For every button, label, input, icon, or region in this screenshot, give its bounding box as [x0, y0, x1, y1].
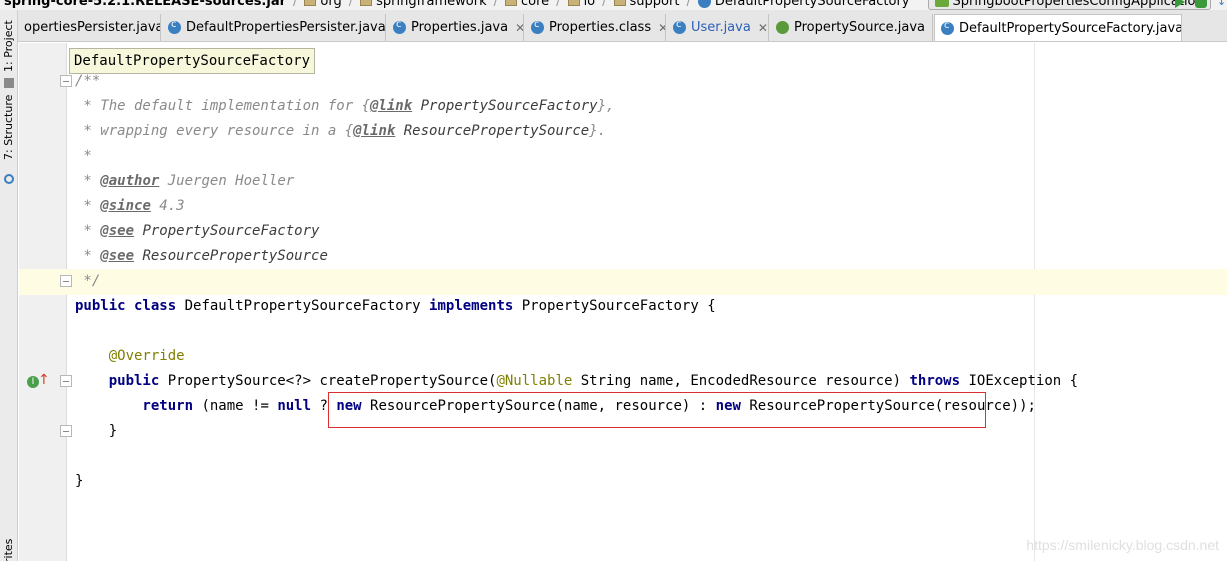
breadcrumb-separator: /	[293, 0, 298, 9]
java-class-icon	[531, 19, 544, 34]
breadcrumb-item-class[interactable]: DefaultPropertySourceFactory	[694, 0, 914, 9]
folder-icon	[505, 0, 517, 6]
folder-icon	[567, 0, 580, 6]
fold-marker-icon[interactable]	[60, 425, 72, 437]
spring-boot-icon	[934, 0, 949, 7]
structure-icon	[4, 174, 14, 184]
code-line: *	[75, 148, 92, 164]
tab-default-property-source-factory[interactable]: DefaultPropertySourceFactory.java ✕	[934, 14, 1182, 41]
highlight-annotation-box	[328, 392, 986, 428]
code-line: * @see ResourcePropertySource	[75, 248, 328, 264]
breadcrumb-item-org[interactable]: org	[300, 0, 345, 9]
breadcrumb-separator: /	[348, 0, 354, 9]
java-class-icon	[393, 19, 406, 34]
class-name-tooltip: DefaultPropertySourceFactory	[69, 48, 316, 74]
favorites-tool-button[interactable]: rites	[2, 539, 15, 561]
editor-tab-bar: opertiesPersister.java ✕ DefaultProperti…	[18, 10, 1227, 42]
code-line: @Override	[75, 348, 185, 364]
code-line: * wrapping every resource in a {@link Re…	[75, 123, 607, 139]
breadcrumb-item-support[interactable]: support	[610, 0, 684, 9]
code-line: * @see PropertySourceFactory	[75, 223, 320, 239]
java-class-icon	[168, 19, 181, 34]
java-class-icon	[697, 0, 711, 8]
code-line: }	[75, 473, 84, 489]
code-line: * @author Juergen Hoeller	[75, 173, 295, 189]
tab-properties-persister[interactable]: opertiesPersister.java ✕	[18, 14, 161, 41]
fold-marker-icon[interactable]	[60, 75, 72, 87]
folder-icon	[304, 0, 317, 6]
code-line: }	[75, 423, 118, 439]
breadcrumb: spring-core-5.2.1.RELEASE-sources.jar / …	[0, 0, 1227, 10]
java-class-icon	[941, 20, 954, 35]
close-icon[interactable]: ✕	[758, 21, 768, 35]
current-line-highlight	[19, 269, 1227, 295]
breadcrumb-separator: /	[556, 0, 561, 9]
tab-default-properties-persister[interactable]: DefaultPropertiesPersister.java ✕	[162, 14, 386, 41]
fold-marker-icon[interactable]	[60, 275, 72, 287]
debug-icon[interactable]	[1195, 0, 1207, 8]
close-icon[interactable]: ✕	[515, 21, 523, 35]
breadcrumb-item-springframework[interactable]: springframework	[356, 0, 490, 9]
tab-property-source[interactable]: PropertySource.java ✕	[770, 14, 933, 41]
breadcrumb-separator: /	[493, 0, 498, 9]
close-icon[interactable]: ✕	[932, 21, 933, 35]
folder-icon	[360, 0, 373, 6]
update-icon[interactable]: ↓	[1217, 0, 1227, 8]
code-line: * @since 4.3	[75, 198, 185, 214]
tab-properties-class[interactable]: Properties.class ✕	[525, 14, 666, 41]
java-class-icon	[673, 19, 686, 34]
right-margin-guide	[1034, 43, 1035, 561]
structure-tool-button[interactable]: 7: Structure	[2, 95, 15, 160]
project-tool-button[interactable]: 1: Project	[2, 20, 15, 72]
code-editor[interactable]: I ↑ /** * The default implementation for…	[19, 43, 1227, 561]
code-line: public PropertySource<?> createPropertyS…	[75, 373, 1079, 389]
breadcrumb-item-core[interactable]: core	[501, 0, 553, 9]
code-line: * The default implementation for {@link …	[75, 98, 615, 114]
breadcrumb-separator: /	[602, 0, 607, 9]
tool-window-strip: 1: Project 7: Structure rites	[0, 10, 18, 561]
fold-marker-icon[interactable]	[60, 375, 72, 387]
code-line: */	[75, 273, 101, 289]
java-class-icon	[776, 21, 789, 34]
watermark: https://smilenicky.blog.csdn.net	[1026, 537, 1219, 553]
breadcrumb-separator: /	[686, 0, 691, 9]
code-content: /** * The default implementation for {@l…	[19, 43, 1078, 539]
folder-icon	[613, 0, 626, 6]
run-icon[interactable]	[1175, 0, 1185, 8]
run-configuration-select[interactable]: SpringbootPropertiesConfigApplication	[927, 0, 1211, 10]
tab-properties-java[interactable]: Properties.java ✕	[387, 14, 524, 41]
close-icon[interactable]: ✕	[658, 21, 665, 35]
breadcrumb-item-jar[interactable]: spring-core-5.2.1.RELEASE-sources.jar	[0, 0, 290, 9]
code-line: public class DefaultPropertySourceFactor…	[75, 298, 716, 314]
project-icon	[4, 78, 14, 88]
breadcrumb-item-io[interactable]: io	[564, 0, 600, 9]
tab-user-java[interactable]: User.java ✕	[667, 14, 769, 41]
